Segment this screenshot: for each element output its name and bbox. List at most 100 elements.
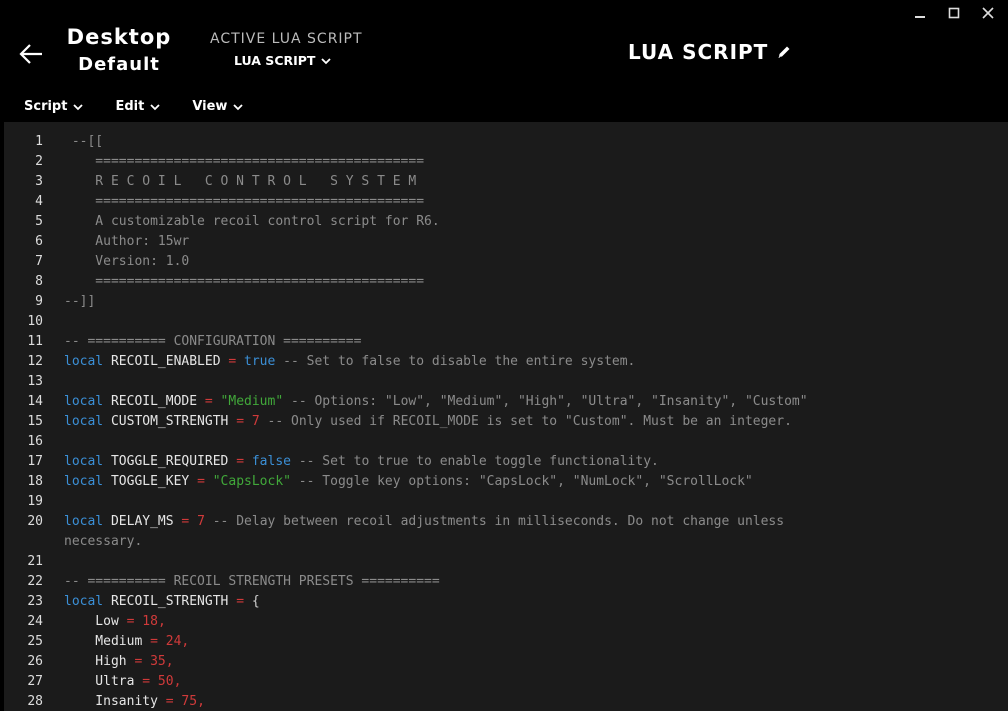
code-token: , <box>165 654 174 669</box>
menu-script-label: Script <box>24 99 68 114</box>
pencil-icon[interactable] <box>776 44 792 60</box>
code-token: -- Set to true to enable toggle function… <box>291 454 659 469</box>
active-script: ACTIVE LUA SCRIPT LUA SCRIPT <box>210 31 363 68</box>
code-token: ========================================… <box>64 154 425 169</box>
code-line[interactable]: 10 <box>4 312 1008 332</box>
code-text: A customizable recoil control script for… <box>64 212 439 232</box>
code-token: Insanity <box>64 694 166 709</box>
line-number: 5 <box>35 214 43 229</box>
code-line[interactable]: 9 --]] <box>4 292 1008 312</box>
line-number: 11 <box>27 334 43 349</box>
code-token: local <box>64 474 104 489</box>
code-token: = <box>236 454 245 469</box>
line-number: 25 <box>27 634 43 649</box>
code-token: true <box>236 354 276 369</box>
code-line[interactable]: 6 Author: 15wr <box>4 232 1008 252</box>
code-line[interactable]: 8 ======================================… <box>4 272 1008 292</box>
code-line[interactable]: 14 local RECOIL_MODE = "Medium" -- Option… <box>4 392 1008 412</box>
code-text: local TOGGLE_KEY = "CapsLock" -- Toggle … <box>64 472 753 492</box>
code-token: -- Options: "Low", "Medium", "High", "Ul… <box>283 394 808 409</box>
code-line[interactable]: 19 <box>4 492 1008 512</box>
code-line[interactable]: 16 <box>4 432 1008 452</box>
code-line[interactable]: 5 A customizable recoil control script f… <box>4 212 1008 232</box>
code-line[interactable]: 20 local DELAY_MS = 7 -- Delay between re… <box>4 512 1008 532</box>
code-token: , <box>157 614 166 629</box>
line-number: 26 <box>27 654 43 669</box>
code-token: local <box>64 354 104 369</box>
menu-edit[interactable]: Edit <box>115 99 160 114</box>
code-token: -- Set to false to disable the entire sy… <box>275 354 636 369</box>
code-line[interactable]: 26 High = 35, <box>4 652 1008 672</box>
code-line[interactable]: 3 R E C O I L C O N T R O L S Y S T E M <box>4 172 1008 192</box>
line-number: 7 <box>35 254 43 269</box>
code-token: Low <box>64 614 127 629</box>
code-token: = <box>236 414 245 429</box>
profile-selector[interactable]: Desktop Default <box>66 24 172 80</box>
menu-view-label: View <box>192 99 228 114</box>
line-number: 4 <box>35 194 43 209</box>
code-line[interactable]: 18 local TOGGLE_KEY = "CapsLock" -- Toggl… <box>4 472 1008 492</box>
code-text: local RECOIL_STRENGTH = { <box>64 592 260 612</box>
active-script-dropdown[interactable]: LUA SCRIPT <box>234 53 363 68</box>
code-token: 7 <box>244 414 260 429</box>
code-line[interactable]: 4 ======================================… <box>4 192 1008 212</box>
code-token: Author: 15wr <box>64 234 190 249</box>
code-token: , <box>197 694 205 709</box>
code-token: ========================================… <box>64 274 425 289</box>
code-text: local RECOIL_MODE = "Medium" -- Options:… <box>64 392 808 412</box>
code-line[interactable]: necessary. <box>4 532 1008 552</box>
code-text: --]] <box>64 292 95 312</box>
code-text: --[[ <box>64 132 103 152</box>
line-number: 8 <box>35 274 43 289</box>
line-number: 3 <box>35 174 43 189</box>
code-text: local DELAY_MS = 7 -- Delay between reco… <box>64 512 784 532</box>
code-editor[interactable]: 1 --[[2 ================================… <box>4 122 1008 711</box>
code-text: R E C O I L C O N T R O L S Y S T E M <box>64 172 416 192</box>
code-line[interactable]: 28 Insanity = 75, <box>4 692 1008 711</box>
code-line[interactable]: 21 <box>4 552 1008 572</box>
code-text: High = 35, <box>64 652 174 672</box>
code-token: necessary. <box>64 534 143 549</box>
code-token: = <box>236 594 245 609</box>
code-line[interactable]: 1 --[[ <box>4 132 1008 152</box>
code-line[interactable]: 17 local TOGGLE_REQUIRED = false -- Set t… <box>4 452 1008 472</box>
line-number: 17 <box>27 454 43 469</box>
menu-view[interactable]: View <box>192 99 244 114</box>
line-number: 22 <box>27 574 43 589</box>
code-token: DELAY_MS <box>103 514 182 529</box>
code-line[interactable]: 25 Medium = 24, <box>4 632 1008 652</box>
code-token: Ultra <box>64 674 143 689</box>
code-line[interactable]: 24 Low = 18, <box>4 612 1008 632</box>
code-token: local <box>64 594 104 609</box>
code-text: local TOGGLE_REQUIRED = false -- Set to … <box>64 452 659 472</box>
code-line[interactable]: 15 local CUSTOM_STRENGTH = 7 -- Only used… <box>4 412 1008 432</box>
line-number: 19 <box>27 494 43 509</box>
chevron-down-icon <box>73 103 84 110</box>
line-number: 9 <box>35 294 43 309</box>
active-script-label: ACTIVE LUA SCRIPT <box>210 31 363 47</box>
code-line[interactable]: 11 -- ========== CONFIGURATION ========== <box>4 332 1008 352</box>
code-token: local <box>64 394 104 409</box>
code-line[interactable]: 2 ======================================… <box>4 152 1008 172</box>
code-line[interactable]: 13 <box>4 372 1008 392</box>
page-title: LUA SCRIPT <box>628 40 769 64</box>
code-text: ========================================… <box>64 152 424 172</box>
code-token: -- Toggle key options: "CapsLock", "NumL… <box>290 474 753 489</box>
code-line[interactable]: 23 local RECOIL_STRENGTH = { <box>4 592 1008 612</box>
back-arrow-icon[interactable] <box>18 40 46 68</box>
code-token: "Medium" <box>212 394 284 409</box>
code-line[interactable]: 12 local RECOIL_ENABLED = true -- Set to … <box>4 352 1008 372</box>
code-token: -- Only used if RECOIL_MODE is set to "C… <box>259 414 792 429</box>
chevron-down-icon <box>233 103 244 110</box>
code-token: local <box>64 454 104 469</box>
code-token: -- ========== RECOIL STRENGTH PRESETS ==… <box>64 574 440 589</box>
line-number: 21 <box>27 554 43 569</box>
line-number: 14 <box>27 394 43 409</box>
code-line[interactable]: 7 Version: 1.0 <box>4 252 1008 272</box>
code-token: 24 <box>157 634 182 649</box>
code-token: 18 <box>134 614 158 629</box>
code-line[interactable]: 27 Ultra = 50, <box>4 672 1008 692</box>
menu-script[interactable]: Script <box>24 99 84 114</box>
code-line[interactable]: 22 -- ========== RECOIL STRENGTH PRESETS … <box>4 572 1008 592</box>
line-number: 20 <box>27 514 43 529</box>
